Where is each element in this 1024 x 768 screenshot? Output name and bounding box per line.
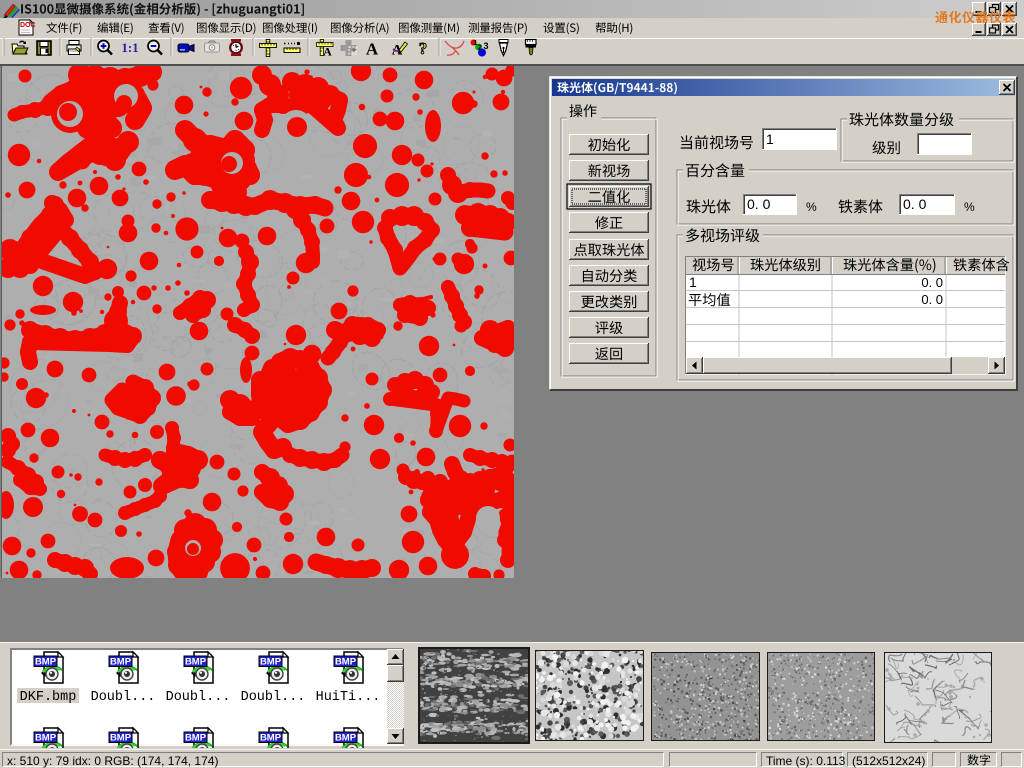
svg-text:A: A [323,45,332,59]
svg-text:3: 3 [484,41,489,51]
svg-text:DKF.bmp: DKF.bmp [20,690,77,705]
svg-text:1: 1 [474,40,478,47]
svg-text:1: 1 [689,274,697,290]
svg-text:DOC: DOC [20,22,36,29]
svg-text:0. 0: 0. 0 [921,275,943,290]
svg-text:%: % [806,200,817,214]
svg-text:A: A [366,40,379,59]
svg-text:2: 2 [478,45,482,52]
svg-text:Doubl...: Doubl... [91,690,156,705]
svg-text:Doubl...: Doubl... [166,690,231,705]
svg-text:0. 0: 0. 0 [747,196,771,212]
svg-text:?: ? [419,39,428,58]
svg-text:0. 0: 0. 0 [921,292,943,307]
svg-text:%: % [964,200,975,214]
svg-text:Doubl...: Doubl... [241,690,306,705]
svg-text:HuiTi...: HuiTi... [316,690,381,705]
svg-text:1:1: 1:1 [121,40,138,55]
svg-text:0. 0: 0. 0 [903,196,927,212]
svg-text:1: 1 [766,131,774,147]
